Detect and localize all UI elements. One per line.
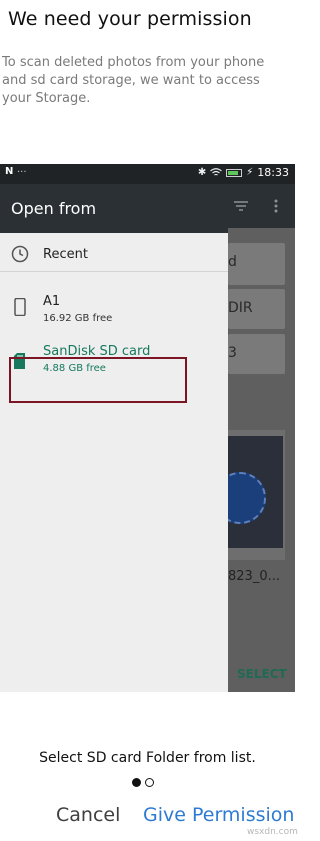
permission-title: We need your permission	[8, 8, 252, 30]
drawer-header: Open from	[0, 184, 228, 233]
status-time: 18:33	[257, 166, 289, 179]
drawer-item-label: A1	[43, 294, 61, 309]
status-more-dots: ...	[17, 164, 27, 175]
background-card-text: DIR	[228, 300, 253, 316]
instruction-caption: Select SD card Folder from list.	[39, 750, 256, 766]
background-card: d	[228, 243, 285, 285]
page-indicator	[132, 778, 154, 787]
drawer-title: Open from	[11, 199, 97, 218]
drawer-item-a1[interactable]: A1 16.92 GB free	[0, 272, 228, 328]
status-bar: N ... ✱ ⚡ 18:33	[0, 164, 295, 184]
background-thumbnail	[214, 430, 285, 560]
notification-icon: N	[5, 166, 14, 177]
background-card-text: d	[228, 254, 237, 270]
sd-card-highlight-box	[9, 357, 187, 403]
drawer-item-label: Recent	[43, 247, 88, 262]
select-button[interactable]: SELECT	[237, 667, 287, 681]
more-vert-icon[interactable]	[274, 199, 278, 213]
drawer-item-sub: 16.92 GB free	[43, 313, 113, 324]
drawer-item-recent[interactable]: Recent	[0, 233, 228, 271]
battery-icon	[226, 168, 243, 177]
open-from-drawer: Open from Recent A1 16.92 GB free SanDis…	[0, 184, 228, 692]
page-dot-active	[132, 778, 141, 787]
watermark: wsxdn.com	[247, 827, 298, 837]
clock-icon	[11, 245, 29, 263]
thumbnail-label: 823_0...	[228, 569, 280, 584]
charging-bolt-icon: ⚡	[246, 167, 254, 178]
bluetooth-icon: ✱	[197, 167, 207, 178]
background-card: DIR	[228, 289, 285, 329]
phone-screenshot: N ... ✱ ⚡ 18:33 d DIR 3 823_0... SELECT …	[0, 164, 295, 692]
background-card: 3	[228, 334, 285, 374]
page-dot-inactive	[145, 778, 154, 787]
sort-icon[interactable]	[233, 201, 249, 211]
permission-description: To scan deleted photos from your phone a…	[2, 55, 265, 106]
phone-icon	[14, 298, 26, 316]
background-card-text: 3	[228, 345, 237, 361]
give-permission-button[interactable]: Give Permission	[143, 804, 294, 826]
thumbnail-image	[214, 436, 283, 548]
cancel-button[interactable]: Cancel	[56, 804, 120, 826]
wifi-icon	[210, 168, 223, 176]
status-icons: ✱ ⚡ 18:33	[198, 166, 289, 179]
